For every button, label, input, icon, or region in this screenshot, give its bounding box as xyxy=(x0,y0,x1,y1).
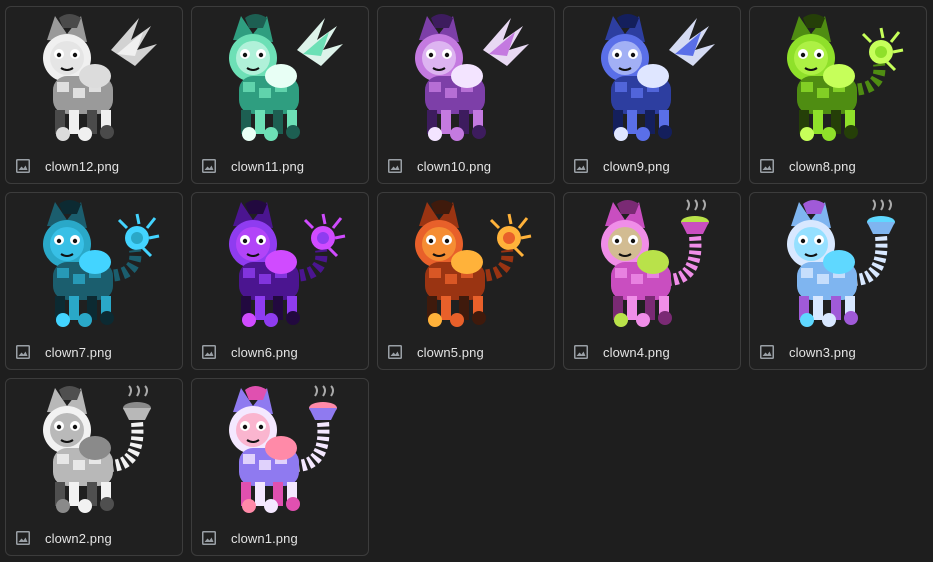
file-card-clown8[interactable]: clown8.png xyxy=(749,6,927,184)
file-footer: clown9.png xyxy=(573,156,670,176)
image-icon xyxy=(759,344,775,360)
image-icon xyxy=(15,344,31,360)
file-card-clown9[interactable]: clown9.png xyxy=(563,6,741,184)
image-thumbnail xyxy=(750,7,926,153)
image-icon xyxy=(15,530,31,546)
file-name: clown10.png xyxy=(417,158,492,174)
image-icon xyxy=(15,158,31,174)
file-footer: clown1.png xyxy=(201,528,298,548)
image-thumbnail xyxy=(378,193,554,339)
file-name: clown1.png xyxy=(231,530,298,546)
file-card-clown3[interactable]: clown3.png xyxy=(749,192,927,370)
file-name: clown4.png xyxy=(603,344,670,360)
file-footer: clown2.png xyxy=(15,528,112,548)
image-thumbnail xyxy=(6,379,182,525)
image-thumbnail xyxy=(564,193,740,339)
file-name: clown11.png xyxy=(231,158,305,174)
file-footer: clown4.png xyxy=(573,342,670,362)
file-card-clown2[interactable]: clown2.png xyxy=(5,378,183,556)
file-footer: clown10.png xyxy=(387,156,491,176)
file-footer: clown12.png xyxy=(15,156,119,176)
image-icon xyxy=(201,530,217,546)
file-name: clown5.png xyxy=(417,344,484,360)
file-card-clown6[interactable]: clown6.png xyxy=(191,192,369,370)
image-icon xyxy=(201,158,217,174)
file-name: clown6.png xyxy=(231,344,298,360)
file-card-clown11[interactable]: clown11.png xyxy=(191,6,369,184)
image-thumbnail xyxy=(750,193,926,339)
file-footer: clown5.png xyxy=(387,342,484,362)
image-thumbnail xyxy=(6,7,182,153)
file-card-clown5[interactable]: clown5.png xyxy=(377,192,555,370)
file-footer: clown7.png xyxy=(15,342,112,362)
file-card-clown7[interactable]: clown7.png xyxy=(5,192,183,370)
file-card-clown1[interactable]: clown1.png xyxy=(191,378,369,556)
image-thumbnail xyxy=(378,7,554,153)
file-name: clown12.png xyxy=(45,158,120,174)
file-footer: clown11.png xyxy=(201,156,304,176)
image-icon xyxy=(201,344,217,360)
file-footer: clown3.png xyxy=(759,342,856,362)
file-card-clown10[interactable]: clown10.png xyxy=(377,6,555,184)
image-thumbnail xyxy=(6,193,182,339)
image-thumbnail xyxy=(192,379,368,525)
image-icon xyxy=(387,344,403,360)
file-name: clown8.png xyxy=(789,158,856,174)
file-card-clown4[interactable]: clown4.png xyxy=(563,192,741,370)
file-footer: clown8.png xyxy=(759,156,856,176)
file-name: clown3.png xyxy=(789,344,856,360)
file-name: clown2.png xyxy=(45,530,112,546)
image-thumbnail xyxy=(192,7,368,153)
image-icon xyxy=(573,158,589,174)
image-thumbnail xyxy=(564,7,740,153)
file-card-clown12[interactable]: clown12.png xyxy=(5,6,183,184)
image-thumbnail xyxy=(192,193,368,339)
image-icon xyxy=(573,344,589,360)
file-name: clown9.png xyxy=(603,158,670,174)
image-icon xyxy=(759,158,775,174)
image-icon xyxy=(387,158,403,174)
file-name: clown7.png xyxy=(45,344,112,360)
file-grid: clown12.png clown11.png clown10.png clow… xyxy=(0,0,933,556)
file-footer: clown6.png xyxy=(201,342,298,362)
